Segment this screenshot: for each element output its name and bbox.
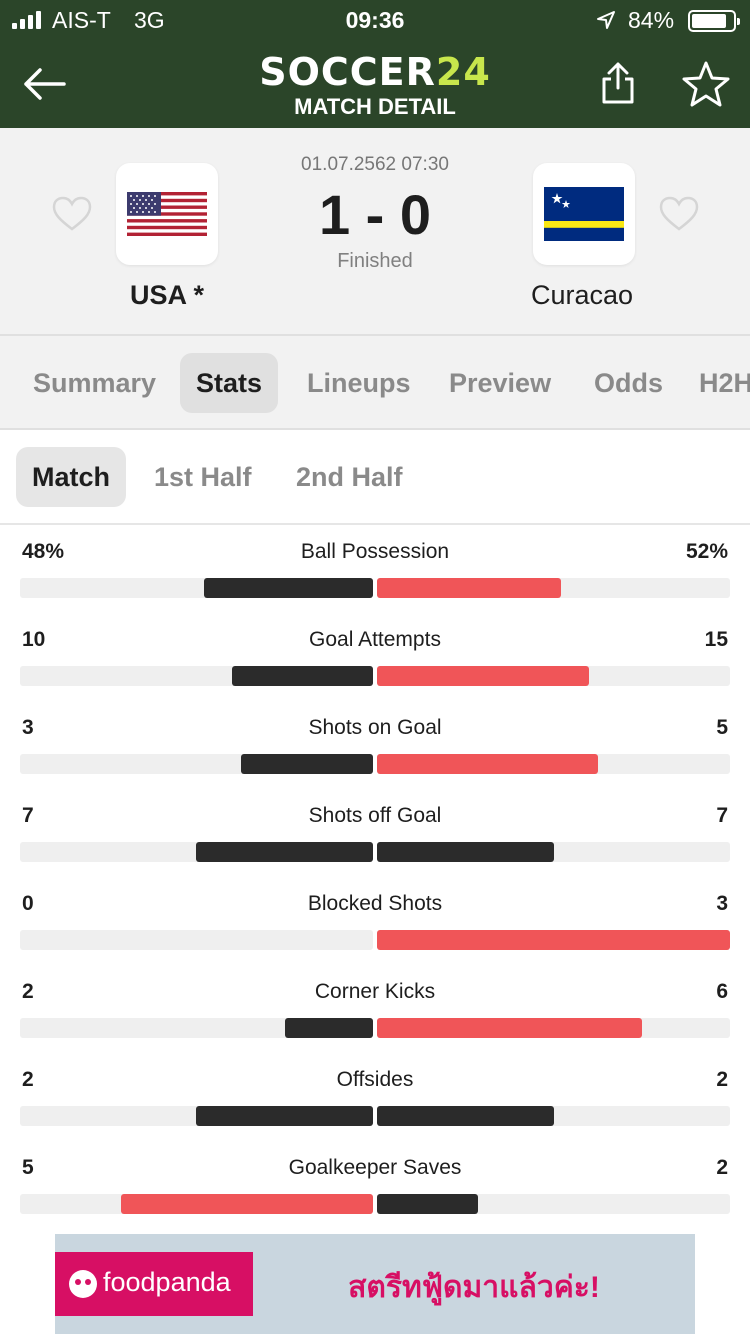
period-tabs: Match 1st Half 2nd Half: [0, 430, 750, 525]
stat-home-track: [20, 1018, 373, 1038]
stat-row: 48% Ball Possession 52%: [0, 530, 750, 618]
stat-row: 5 Goalkeeper Saves 2: [0, 1146, 750, 1234]
stat-row: 0 Blocked Shots 3: [0, 882, 750, 970]
battery-icon: [688, 10, 740, 32]
stat-away-value: 6: [716, 980, 728, 1003]
stat-away-value: 52%: [685, 540, 728, 563]
stat-away-bar: [377, 1194, 478, 1214]
stat-away-track: [377, 754, 730, 774]
tab-odds[interactable]: Odds: [594, 353, 663, 413]
stat-away-bar: [377, 666, 589, 686]
panda-icon: [69, 1270, 97, 1298]
match-status: Finished: [337, 250, 413, 272]
logo-number: 24: [435, 50, 491, 94]
stat-home-track: [20, 1194, 373, 1214]
stat-home-track: [20, 842, 373, 862]
stat-name: Corner Kicks: [314, 980, 436, 1003]
stat-away-bar: [377, 1106, 554, 1126]
stat-name: Ball Possession: [300, 540, 450, 563]
stat-row: 10 Goal Attempts 15: [0, 618, 750, 706]
subtab-1st-half[interactable]: 1st Half: [154, 447, 252, 507]
match-score: 1 - 0: [318, 183, 432, 246]
tab-stats[interactable]: Stats: [180, 353, 279, 413]
stat-away-value: 7: [716, 804, 728, 827]
stat-row: 7 Shots off Goal 7: [0, 794, 750, 882]
tab-lineups[interactable]: Lineups: [307, 353, 411, 413]
battery-percent: 84%: [628, 7, 675, 33]
stat-home-bar: [241, 754, 373, 774]
stat-home-bar: [196, 1106, 373, 1126]
subtab-match[interactable]: Match: [16, 447, 127, 507]
tab-h2h[interactable]: H2H: [699, 353, 750, 413]
stat-home-bar: [204, 578, 373, 598]
stat-home-track: [20, 754, 373, 774]
match-tabs: Summary Stats Lineups Preview Odds H2H: [0, 336, 750, 430]
stat-name: Shots on Goal: [308, 716, 442, 739]
stats-list: 48% Ball Possession 52% 10 Goal Attempts 15 3 S…: [0, 530, 750, 1234]
stat-home-bar: [196, 842, 373, 862]
curacao-flag-icon: [544, 187, 624, 241]
stat-away-value: 5: [716, 716, 728, 739]
match-detail-screen: AIS-T 3G 09:36 84% SOCCER24 MATCH DETAIL: [0, 0, 750, 1334]
top-bar: AIS-T 3G 09:36 84% SOCCER24 MATCH DETAIL: [0, 0, 750, 128]
stat-away-bar: [377, 754, 598, 774]
stat-away-bar: [377, 1018, 642, 1038]
tab-preview[interactable]: Preview: [449, 353, 551, 413]
logo-text: SOCCER: [259, 50, 436, 94]
ad-banner[interactable]: foodpanda สตรีทฟู้ดมาแล้วค่ะ!: [55, 1234, 695, 1334]
stat-row: 2 Offsides 2: [0, 1058, 750, 1146]
stat-away-bar: [377, 578, 561, 598]
stat-name: Goalkeeper Saves: [288, 1156, 462, 1179]
stat-away-track: [377, 930, 730, 950]
share-icon[interactable]: [598, 60, 638, 106]
tab-summary[interactable]: Summary: [33, 353, 156, 413]
match-date: 01.07.2562 07:30: [301, 154, 449, 175]
stat-home-track: [20, 930, 373, 950]
status-bar: AIS-T 3G 09:36 84%: [0, 0, 750, 40]
stat-away-bar: [377, 842, 554, 862]
ad-brand-name: foodpanda: [103, 1267, 231, 1297]
stat-name: Offsides: [336, 1068, 414, 1091]
stat-home-bar: [121, 1194, 373, 1214]
away-team-name[interactable]: Curacao: [482, 280, 682, 311]
home-team-name[interactable]: USA *: [67, 280, 267, 311]
ad-text: สตรีทฟู้ดมาแล้วค่ะ!: [348, 1271, 600, 1304]
stat-name: Shots off Goal: [308, 804, 442, 827]
stat-home-track: [20, 578, 373, 598]
stat-home-bar: [285, 1018, 373, 1038]
stat-away-track: [377, 1106, 730, 1126]
stat-away-bar: [377, 930, 730, 950]
stat-away-track: [377, 666, 730, 686]
favorite-star-icon[interactable]: [682, 60, 730, 108]
stat-away-value: 3: [716, 892, 728, 915]
stat-away-track: [377, 842, 730, 862]
stat-away-track: [377, 1018, 730, 1038]
stat-away-value: 15: [704, 628, 728, 651]
subtab-2nd-half[interactable]: 2nd Half: [296, 447, 403, 507]
stat-row: 3 Shots on Goal 5: [0, 706, 750, 794]
stat-away-track: [377, 578, 730, 598]
match-header: USA * 01.07.2562 07:30 1 - 0 Finished Cu…: [0, 128, 750, 336]
stat-home-bar: [232, 666, 373, 686]
ad-brand-block: foodpanda: [55, 1252, 253, 1316]
stat-away-value: 2: [716, 1068, 728, 1091]
away-heart-icon[interactable]: [659, 196, 699, 232]
stat-away-value: 2: [716, 1156, 728, 1179]
stat-name: Goal Attempts: [309, 628, 441, 651]
stat-away-track: [377, 1194, 730, 1214]
stat-home-track: [20, 1106, 373, 1126]
stat-row: 2 Corner Kicks 6: [0, 970, 750, 1058]
stat-name: Blocked Shots: [307, 892, 443, 915]
stat-home-track: [20, 666, 373, 686]
location-arrow-icon: [597, 11, 615, 29]
away-team-logo[interactable]: [533, 163, 635, 265]
